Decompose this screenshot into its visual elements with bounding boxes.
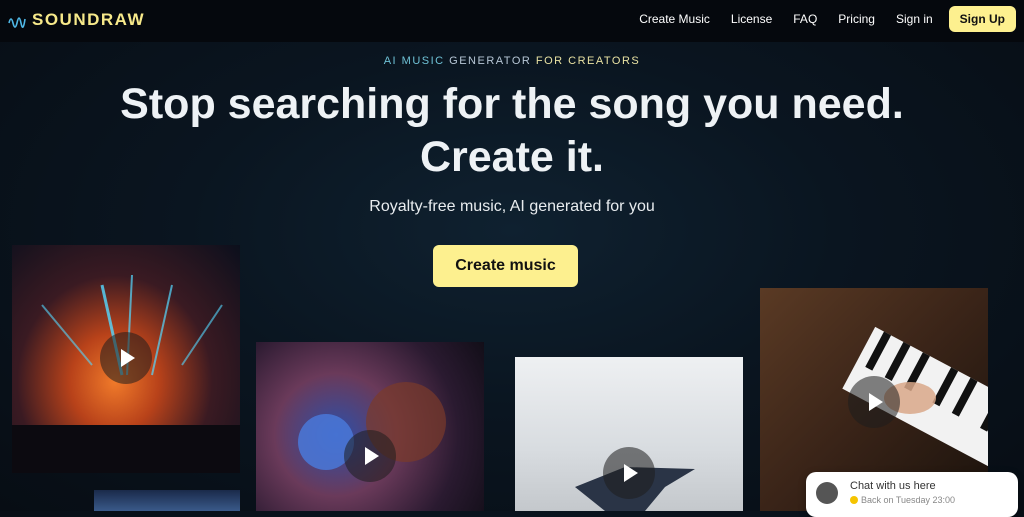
eyebrow-part3: FOR CREATORS — [535, 55, 641, 67]
soundraw-logo[interactable]: SOUNDRAW — [8, 9, 145, 31]
create-music-button[interactable]: Create music — [433, 245, 578, 287]
eyebrow-part1: AI MUSIC — [383, 55, 445, 67]
chat-status-text: Back on Tuesday 23:00 — [861, 495, 956, 505]
chat-title: Chat with us here — [850, 480, 936, 492]
nav-pricing[interactable]: Pricing — [838, 6, 875, 32]
sign-up-button[interactable]: Sign Up — [948, 6, 1016, 32]
logo-text: SOUNDRAW — [32, 10, 146, 29]
chat-avatar-icon — [816, 482, 838, 504]
video-card-dancer[interactable] — [515, 357, 743, 511]
nav-links: Create Music License FAQ Pricing Sign in… — [618, 6, 1016, 32]
nav-create-music[interactable]: Create Music — [639, 6, 710, 32]
play-icon[interactable] — [100, 332, 152, 384]
away-status-icon — [850, 496, 858, 504]
hero-eyebrow: AI MUSIC GENERATOR FOR CREATORS — [0, 55, 1024, 67]
headline-line2: Create it. — [419, 133, 604, 181]
chat-widget[interactable]: Chat with us here Back on Tuesday 23:00 — [806, 472, 1018, 517]
top-navbar: SOUNDRAW Create Music License FAQ Pricin… — [0, 0, 1024, 42]
nav-license[interactable]: License — [731, 6, 772, 32]
eyebrow-part2: GENERATOR — [444, 55, 536, 67]
waveform-logo-icon — [8, 17, 26, 28]
headline-line1: Stop searching for the song you need. — [120, 80, 904, 128]
play-icon[interactable] — [344, 430, 396, 482]
hero-subline: Royalty-free music, AI generated for you — [369, 198, 655, 215]
video-card-disco[interactable] — [256, 342, 484, 511]
video-card-city[interactable] — [94, 490, 240, 511]
nav-sign-in[interactable]: Sign in — [896, 6, 933, 32]
video-card-concert[interactable] — [12, 245, 240, 473]
play-icon[interactable] — [848, 376, 900, 428]
chat-status: Back on Tuesday 23:00 — [850, 495, 955, 505]
nav-faq[interactable]: FAQ — [793, 6, 817, 32]
hero-headline: Stop searching for the song you need. Cr… — [0, 78, 1024, 184]
play-icon[interactable] — [603, 447, 655, 499]
disco-ball-icon — [298, 382, 446, 470]
